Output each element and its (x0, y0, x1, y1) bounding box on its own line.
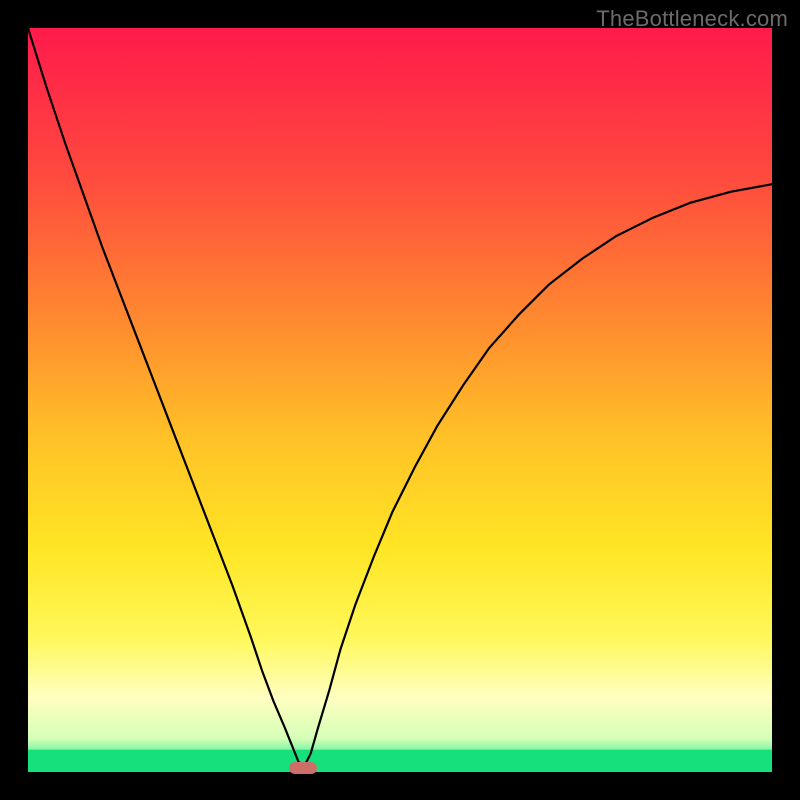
optimum-marker (289, 762, 317, 774)
green-band (28, 750, 772, 772)
chart-frame (28, 28, 772, 772)
gradient-background (28, 28, 772, 772)
bottleneck-chart (28, 28, 772, 772)
